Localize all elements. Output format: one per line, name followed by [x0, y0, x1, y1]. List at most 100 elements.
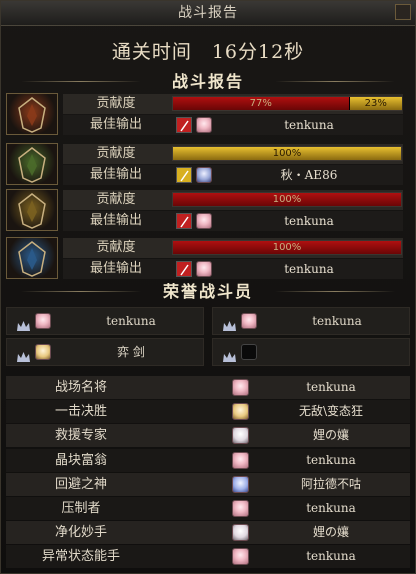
best-player-name[interactable]: 秋・AE86: [216, 165, 402, 185]
award-avatar: [232, 379, 249, 396]
award-avatar: [232, 524, 249, 542]
best-output-row: 最佳输出 秋・AE86: [63, 165, 403, 185]
honor-section-header: 荣誉战斗员: [21, 281, 395, 303]
pink-hair-avatar: [241, 313, 257, 329]
award-player-name[interactable]: tenkuna: [256, 376, 406, 399]
pink-hair-avatar: [35, 313, 51, 329]
weapon-icon: [176, 167, 192, 183]
report-section-title: 战斗报告: [171, 72, 244, 91]
flame-helm-icon: [6, 93, 58, 135]
best-output-label: 最佳输出: [89, 117, 142, 132]
award-title: 救援专家: [54, 428, 107, 444]
battle-report-window: 战斗报告 通关时间 16分12秒 战斗报告 贡献度 77% 23% 最佳输出 tenku…: [0, 0, 416, 574]
award-player-name[interactable]: 阿拉德不咕: [256, 473, 406, 496]
blonde-hair-avatar: [35, 344, 51, 360]
window-titlebar[interactable]: 战斗报告: [1, 1, 415, 26]
award-row: 救援专家 娌の孃: [6, 424, 410, 448]
best-output-label: 最佳输出: [89, 261, 142, 276]
crown-icon: [223, 347, 236, 362]
award-player-name[interactable]: tenkuna: [256, 497, 406, 520]
contribution-label: 贡献度: [96, 96, 136, 111]
award-title: 一击决胜: [54, 404, 107, 420]
clear-time-text: 通关时间 16分12秒: [111, 41, 305, 63]
contribution-segment: 100%: [173, 241, 401, 254]
best-output-box: tenkuna: [172, 115, 402, 135]
best-player-name[interactable]: tenkuna: [216, 115, 402, 135]
contribution-bar: 100%: [172, 240, 402, 255]
honor-player-name[interactable]: tenkuna: [265, 308, 409, 334]
pink-hair-avatar: [196, 117, 212, 133]
contribution-bar: 100%: [172, 146, 402, 161]
empty-slot: [241, 344, 257, 360]
honor-cell[interactable]: tenkuna: [212, 307, 410, 335]
contribution-row: 贡献度 100%: [63, 144, 403, 164]
award-title: 净化妙手: [54, 525, 107, 541]
award-player-name[interactable]: 娌の孃: [256, 521, 406, 544]
contribution-label: 贡献度: [96, 192, 136, 207]
best-output-row: 最佳输出 tenkuna: [63, 259, 403, 279]
best-output-box: 秋・AE86: [172, 165, 402, 185]
crown-icon: [17, 347, 30, 362]
award-row: 战场名将 tenkuna: [6, 376, 410, 399]
award-title: 战场名将: [54, 380, 107, 395]
best-output-label: 最佳输出: [89, 167, 142, 182]
silver-hair-avatar: [196, 167, 212, 183]
weapon-icon: [176, 261, 192, 277]
pink-hair-avatar: [196, 213, 212, 229]
award-player-name[interactable]: 娌の孃: [256, 424, 406, 447]
award-player-name[interactable]: 无敌\变态狂: [256, 400, 406, 423]
best-output-label: 最佳输出: [89, 213, 142, 228]
best-player-name[interactable]: tenkuna: [216, 259, 402, 279]
award-title: 压制者: [61, 501, 101, 516]
award-player-name[interactable]: tenkuna: [256, 545, 406, 568]
award-avatar: [232, 475, 249, 493]
award-title: 晶块富翁: [54, 452, 107, 468]
honor-player-name[interactable]: tenkuna: [59, 308, 203, 334]
crown-icon: [223, 316, 236, 331]
ice-helm-icon: [6, 237, 58, 279]
hero-row: 贡献度 77% 23% 最佳输出 tenkuna: [6, 93, 410, 137]
award-row: 异常状态能手 tenkuna: [6, 545, 410, 569]
honor-section-title: 荣誉战斗员: [162, 282, 253, 301]
report-section-header: 战斗报告: [21, 71, 395, 93]
gold-helm-icon: [6, 189, 58, 231]
contribution-label: 贡献度: [96, 146, 136, 161]
close-button[interactable]: [395, 4, 411, 20]
contribution-label: 贡献度: [96, 240, 136, 255]
honor-grid: tenkuna tenkuna 弈 剑: [6, 307, 410, 369]
award-row: 一击决胜 无敌\变态狂: [6, 400, 410, 424]
honor-cell[interactable]: tenkuna: [6, 307, 204, 335]
award-player-name[interactable]: tenkuna: [256, 449, 406, 472]
award-row: 净化妙手 娌の孃: [6, 521, 410, 545]
award-avatar: [232, 427, 249, 445]
honor-player-name[interactable]: 弈 剑: [59, 339, 203, 365]
award-row: 压制者 tenkuna: [6, 497, 410, 520]
award-avatar: [232, 451, 249, 469]
award-avatar: [232, 500, 249, 517]
award-title: 回避之神: [54, 476, 107, 492]
contribution-row: 贡献度 100%: [63, 190, 403, 210]
contribution-row: 贡献度 77% 23%: [63, 94, 403, 114]
window-title: 战斗报告: [178, 5, 238, 21]
contribution-row: 贡献度 100%: [63, 238, 403, 258]
hero-row: 贡献度 100% 最佳输出 秋・AE86: [6, 143, 410, 187]
hero-row: 贡献度 100% 最佳输出 tenkuna: [6, 189, 410, 233]
honor-cell[interactable]: 弈 剑: [6, 338, 204, 366]
best-output-row: 最佳输出 tenkuna: [63, 211, 403, 231]
weapon-icon: [176, 117, 192, 133]
pink-hair-avatar: [196, 261, 212, 277]
award-row: 回避之神 阿拉德不咕: [6, 472, 410, 496]
hero-row: 贡献度 100% 最佳输出 tenkuna: [6, 237, 410, 281]
award-title: 异常状态能手: [41, 549, 120, 565]
award-row: 晶块富翁 tenkuna: [6, 448, 410, 472]
contribution-bar: 100%: [172, 192, 402, 207]
best-player-name[interactable]: tenkuna: [216, 211, 402, 231]
honor-cell[interactable]: [212, 338, 410, 366]
best-output-box: tenkuna: [172, 259, 402, 279]
contribution-segment: 100%: [173, 147, 401, 160]
best-output-box: tenkuna: [172, 211, 402, 231]
award-avatar: [232, 548, 249, 566]
green-helm-icon: [6, 143, 58, 185]
contribution-segment: 100%: [173, 193, 401, 206]
weapon-icon: [176, 213, 192, 229]
